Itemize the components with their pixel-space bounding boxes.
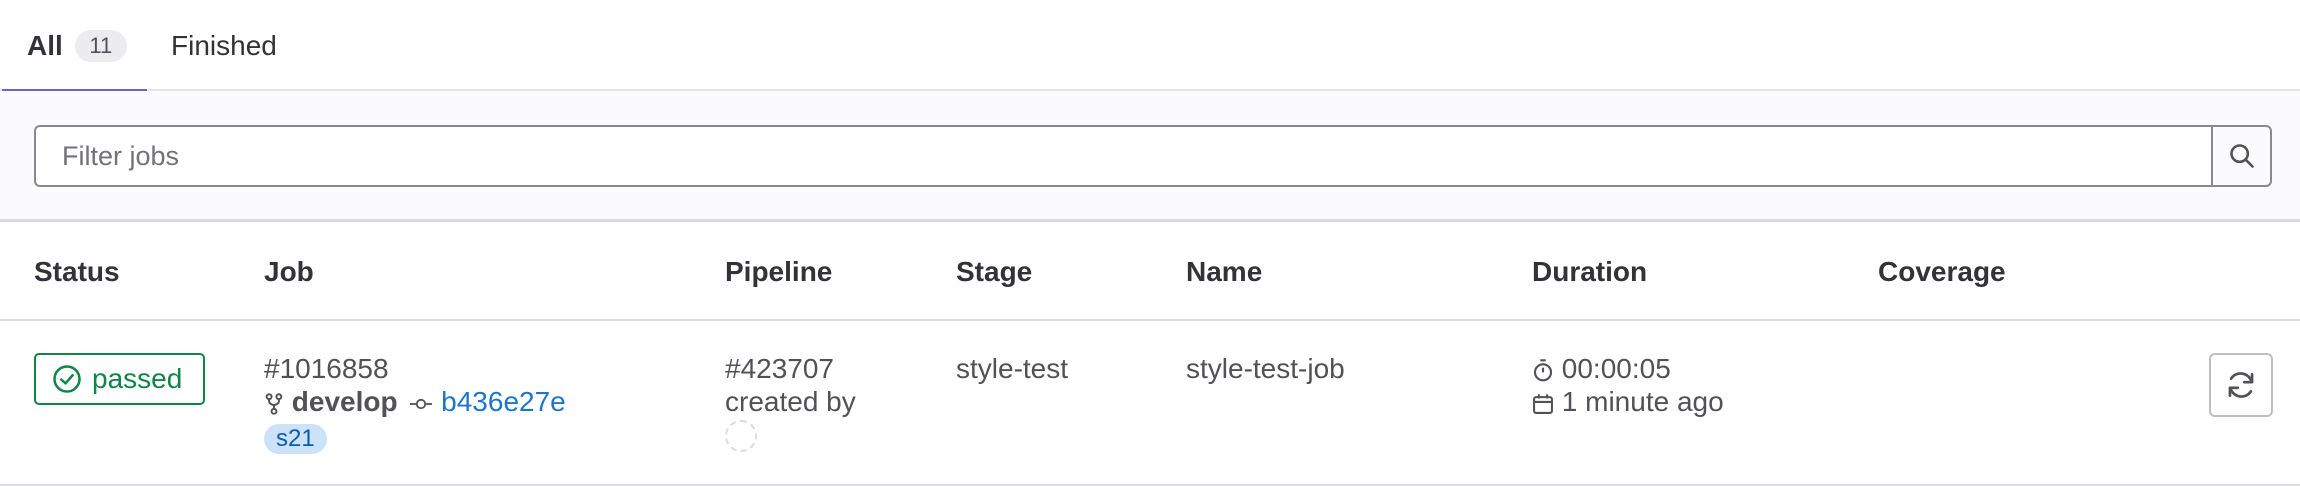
finished-time: 1 minute ago xyxy=(1561,386,1724,417)
header-job: Job xyxy=(264,255,314,287)
job-tabs: All 11 Finished xyxy=(0,0,2300,93)
job-cell: #1016858 develop b436e27e s21 xyxy=(264,352,566,454)
header-duration: Duration xyxy=(1532,255,1648,287)
header-stage: Stage xyxy=(956,255,1033,287)
job-name-cell: style-test-job xyxy=(1186,353,1345,384)
commit-link[interactable]: b436e27e xyxy=(441,386,566,417)
tab-finished[interactable]: Finished xyxy=(171,0,277,91)
status-badge[interactable]: passed xyxy=(34,353,205,405)
job-ref: develop b436e27e xyxy=(264,385,566,418)
search-button[interactable] xyxy=(2211,125,2272,187)
pipeline-id-link[interactable]: #423707 xyxy=(725,352,856,385)
filter-jobs-input[interactable] xyxy=(34,125,2211,187)
branch-link[interactable]: develop xyxy=(292,386,398,417)
branch-icon xyxy=(265,392,283,415)
retry-icon xyxy=(2228,372,2254,398)
tab-finished-label: Finished xyxy=(171,29,277,61)
table-row: passed #1016858 develop b436e27e s21 #42… xyxy=(0,321,2300,486)
avatar[interactable] xyxy=(725,420,757,452)
search-icon xyxy=(2229,144,2254,168)
tab-all-count-badge: 11 xyxy=(74,29,127,62)
calendar-icon xyxy=(1533,393,1553,414)
pipeline-created-by: created by xyxy=(725,386,856,417)
duration-value: 00:00:05 xyxy=(1561,353,1671,384)
duration-cell: 00:00:05 1 minute ago xyxy=(1532,352,1724,418)
tab-all-label: All xyxy=(27,29,63,61)
check-circle-icon xyxy=(53,365,81,393)
pipeline-cell: #423707 created by xyxy=(725,352,856,459)
header-coverage: Coverage xyxy=(1878,255,2006,287)
filter-bar xyxy=(0,91,2300,222)
jobs-table-header: Status Job Pipeline Stage Name Duration … xyxy=(0,222,2300,321)
jobs-page: All 11 Finished Status Job Pipeline Stag… xyxy=(0,0,2300,486)
retry-button[interactable] xyxy=(2209,353,2273,417)
header-status: Status xyxy=(34,255,120,287)
commit-icon xyxy=(410,398,433,409)
job-tag-badge: s21 xyxy=(264,424,327,454)
job-id-link[interactable]: #1016858 xyxy=(264,352,566,385)
stage-cell: style-test xyxy=(956,353,1069,384)
timer-icon xyxy=(1533,358,1553,382)
status-label: passed xyxy=(92,363,183,394)
header-pipeline: Pipeline xyxy=(725,255,833,287)
tab-all[interactable]: All 11 xyxy=(2,0,147,93)
header-name: Name xyxy=(1186,255,1263,287)
